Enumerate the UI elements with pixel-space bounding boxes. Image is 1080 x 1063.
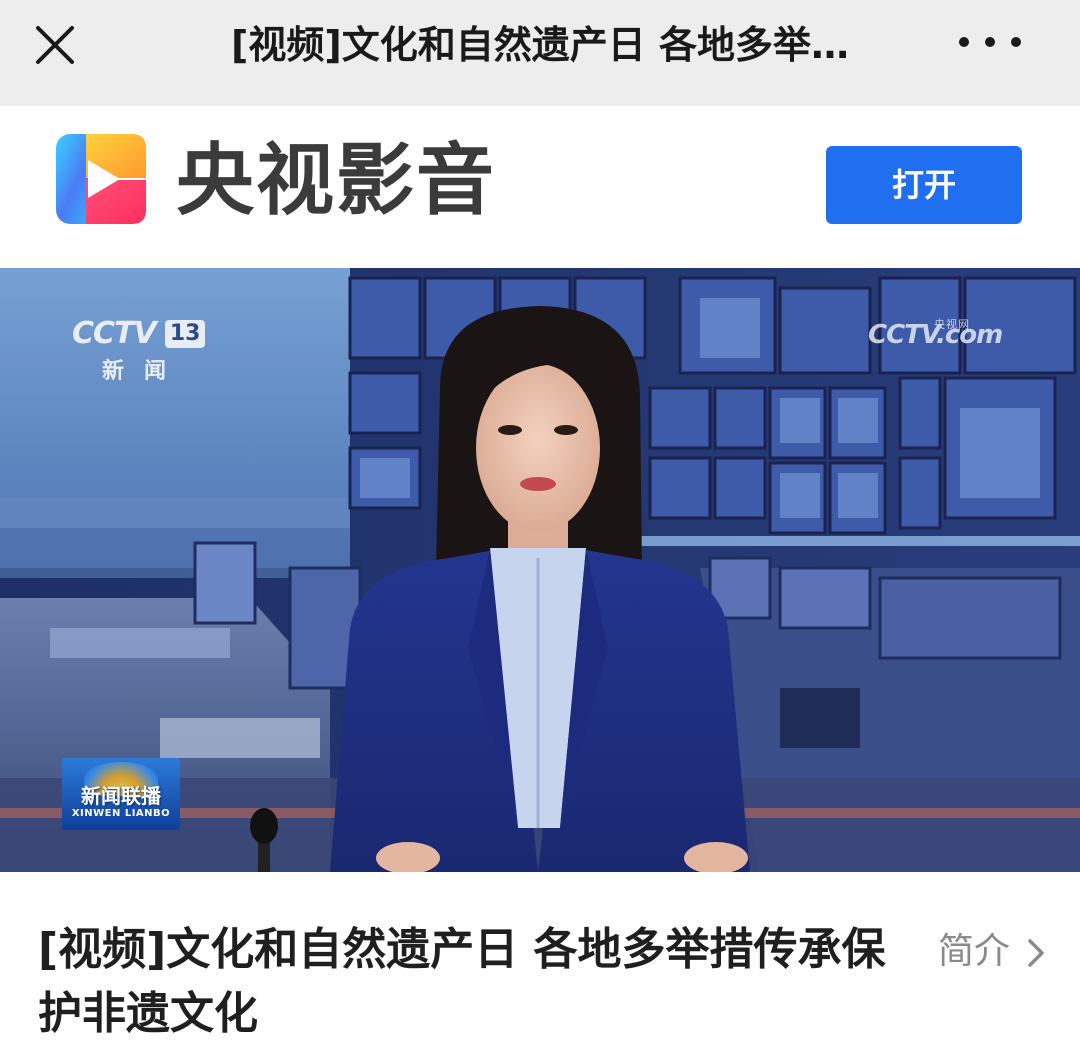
intro-link[interactable]: 简介 — [938, 924, 1047, 980]
close-icon[interactable] — [28, 18, 82, 72]
watermark-sub: 央视网 — [934, 318, 970, 331]
open-app-button[interactable]: 打开 — [826, 146, 1022, 224]
app-download-banner: 央视影音 打开 — [0, 106, 1080, 268]
channel-number: 13 — [164, 319, 206, 348]
more-icon[interactable] — [954, 30, 1034, 54]
play-logo-icon — [56, 134, 146, 224]
program-name-cn: 新闻联播 — [81, 784, 161, 808]
cctv-brand: CCTV — [72, 316, 157, 351]
video-player[interactable]: CCTV 13 新闻 CCTV.com 央视网 新闻联播 XINWEN LIAN… — [0, 268, 1080, 872]
channel-name: 新闻 — [102, 359, 187, 384]
cctv13-channel-logo: CCTV 13 新闻 — [72, 316, 212, 385]
chevron-right-icon — [1028, 939, 1045, 967]
cctv-com-watermark: CCTV.com 央视网 — [868, 318, 1003, 350]
xinwen-lianbo-badge: 新闻联播 XINWEN LIANBO — [62, 758, 180, 830]
program-name-en: XINWEN LIANBO — [71, 808, 171, 819]
article-title: [视频]文化和自然遗产日 各地多举措传承保护非遗文化 — [38, 924, 886, 1039]
page-title: [视频]文化和自然遗产日 各地多举… — [231, 23, 849, 67]
app-name: 央视影音 — [176, 136, 497, 226]
intro-label: 简介 — [938, 931, 1011, 972]
top-navbar: [视频]文化和自然遗产日 各地多举… — [0, 0, 1080, 106]
